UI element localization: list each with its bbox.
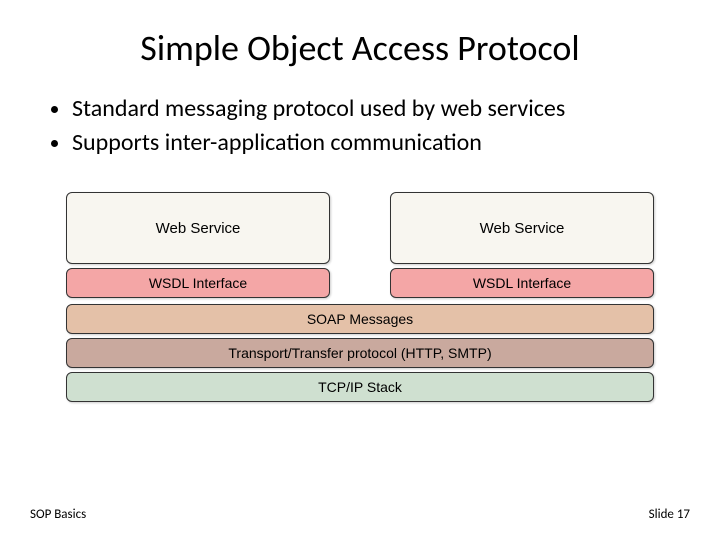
footer-right: Slide 17 — [649, 507, 690, 522]
architecture-diagram: Web Service WSDL Interface Web Service W… — [66, 192, 654, 402]
bullet-item: Standard messaging protocol used by web … — [72, 94, 690, 124]
service-column-right: Web Service WSDL Interface — [390, 192, 654, 298]
web-service-box: Web Service — [66, 192, 330, 264]
service-column-left: Web Service WSDL Interface — [66, 192, 330, 298]
transport-layer: Transport/Transfer protocol (HTTP, SMTP) — [66, 338, 654, 368]
web-service-box: Web Service — [390, 192, 654, 264]
service-row: Web Service WSDL Interface Web Service W… — [66, 192, 654, 298]
wsdl-interface-box: WSDL Interface — [66, 268, 330, 298]
slide: Simple Object Access Protocol Standard m… — [0, 0, 720, 540]
tcpip-layer: TCP/IP Stack — [66, 372, 654, 402]
slide-title: Simple Object Access Protocol — [30, 26, 690, 70]
bullet-list: Standard messaging protocol used by web … — [30, 94, 690, 162]
wsdl-interface-box: WSDL Interface — [390, 268, 654, 298]
slide-footer: SOP Basics Slide 17 — [30, 507, 690, 522]
footer-left: SOP Basics — [30, 507, 86, 522]
bullet-item: Supports inter-application communication — [72, 128, 690, 158]
soap-messages-layer: SOAP Messages — [66, 304, 654, 334]
